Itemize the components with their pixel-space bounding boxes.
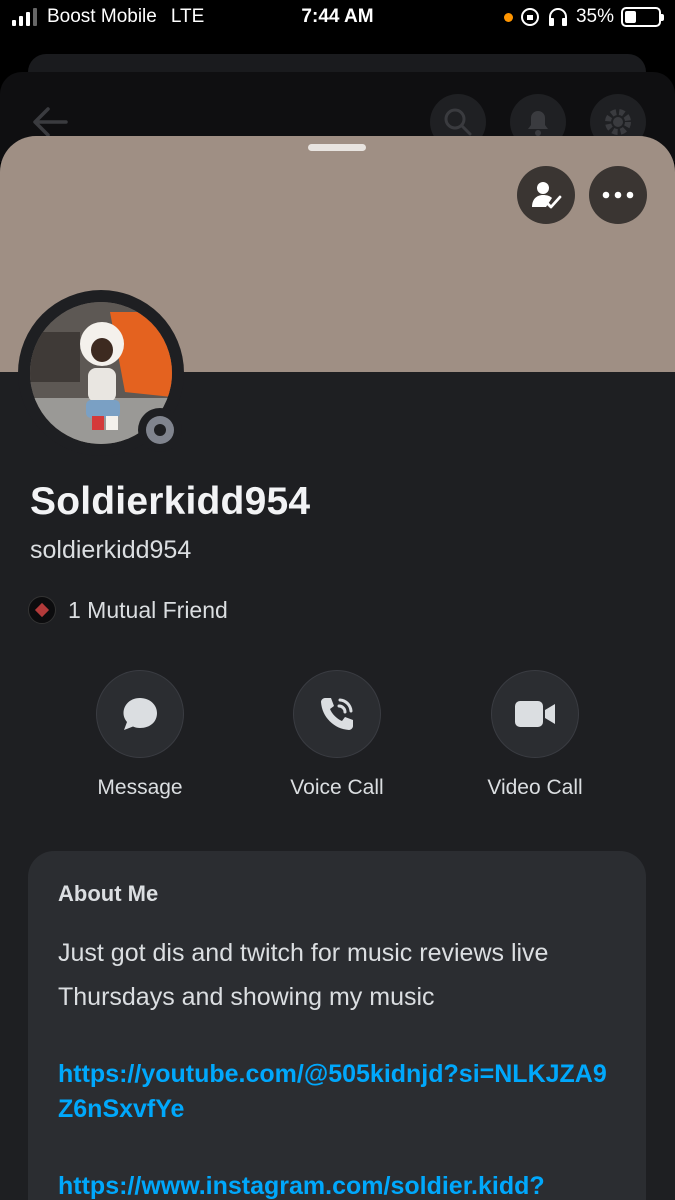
phone-call-icon — [321, 698, 353, 730]
friend-added-icon — [532, 182, 562, 209]
message-label: Message — [97, 776, 183, 799]
message-action[interactable]: Message — [60, 670, 220, 800]
back-arrow-icon[interactable] — [32, 106, 68, 138]
battery-percent: 35% — [575, 6, 614, 27]
username: soldierkidd954 — [30, 536, 192, 564]
mutual-friends-label: 1 Mutual Friend — [68, 596, 228, 623]
mutual-friend-avatar — [28, 596, 56, 624]
about-me-text: Just got dis and twitch for music review… — [58, 939, 549, 1011]
video-call-button[interactable] — [491, 670, 579, 758]
display-name: Soldierkidd954 — [30, 480, 311, 523]
battery-icon — [621, 7, 664, 27]
voice-call-button[interactable] — [293, 670, 381, 758]
sheet-grabber[interactable] — [308, 144, 366, 151]
about-me-card: About Me Just got dis and twitch for mus… — [28, 851, 646, 1200]
headphones-icon — [548, 8, 567, 26]
orientation-lock-icon — [520, 8, 539, 26]
more-icon — [602, 191, 634, 199]
offline-status-icon — [146, 416, 174, 444]
screen: Boost Mobile LTE 7:44 AM 35% Soldierkidd… — [0, 0, 675, 1200]
status-bar: Boost Mobile LTE 7:44 AM 35% — [0, 0, 675, 40]
message-button[interactable] — [96, 670, 184, 758]
about-me-title: About Me — [58, 881, 159, 906]
youtube-link[interactable]: https://youtube.com/@505kidnjd?si=NLKJZA… — [58, 1057, 616, 1127]
mutual-friends-row[interactable]: 1 Mutual Friend — [28, 596, 228, 624]
voice-call-action[interactable]: Voice Call — [257, 670, 417, 800]
instagram-link[interactable]: https://www.instagram.com/soldier.kidd? — [58, 1169, 616, 1200]
more-options-button[interactable] — [589, 166, 647, 224]
video-camera-icon — [515, 701, 555, 727]
profile-sheet: Soldierkidd954 soldierkidd954 1 Mutual F… — [0, 136, 675, 1200]
video-call-action[interactable]: Video Call — [455, 670, 615, 800]
mic-indicator-icon — [503, 12, 513, 22]
voice-call-label: Voice Call — [290, 776, 384, 799]
status-bar-right: 35% — [503, 6, 664, 28]
status-indicator — [138, 408, 182, 452]
chat-bubble-icon — [123, 698, 157, 730]
video-call-label: Video Call — [487, 776, 583, 799]
friend-status-button[interactable] — [517, 166, 575, 224]
